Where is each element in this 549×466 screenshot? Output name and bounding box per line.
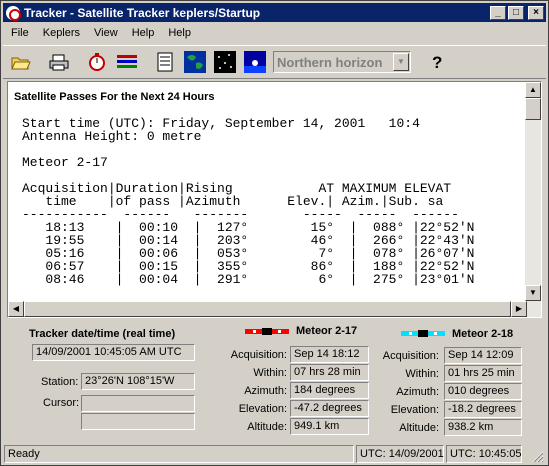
antenna-height-line: Antenna Height: 0 metre (22, 129, 202, 144)
world-map-icon[interactable] (183, 50, 207, 74)
horizontal-scroll-thumb[interactable] (24, 301, 511, 317)
tracker-heading: Tracker date/time (real time) (29, 328, 176, 340)
menu-view[interactable]: View (86, 27, 124, 39)
station-label: Station: (41, 376, 79, 388)
horizon-select[interactable]: Northern horizon ▼ (273, 51, 411, 73)
station-field: 23°26'N 108°15'W (81, 373, 195, 390)
satellite-list-icon[interactable] (115, 50, 139, 74)
sat1-within-label: Within: (253, 367, 287, 379)
sat1-name: Meteor 2-17 (296, 325, 358, 337)
open-folder-icon[interactable] (9, 50, 33, 74)
tracker-datetime-field: 14/09/2001 10:45:05 AM UTC (32, 344, 195, 361)
sat1-acquisition-label: Acquisition: (230, 349, 287, 361)
menu-help[interactable]: Help (124, 27, 161, 39)
stopwatch-icon[interactable] (85, 50, 109, 74)
sat2-acquisition-label: Acquisition: (382, 350, 439, 362)
pass-report-pane[interactable]: Satellite Passes For the Next 24 Hours S… (7, 81, 542, 318)
sat2-elevation-label: Elevation: (390, 404, 439, 416)
help-icon[interactable]: ? (425, 50, 449, 74)
scroll-down-button[interactable]: ▼ (525, 285, 541, 301)
minimize-button[interactable]: _ (490, 5, 506, 20)
toolbar: Northern horizon ▼ ? (3, 45, 546, 79)
cursor-field-2 (81, 413, 195, 430)
horizon-select-value: Northern horizon (277, 55, 383, 70)
svg-text:?: ? (432, 53, 442, 72)
sat1-track-legend-icon (245, 328, 289, 335)
menu-keplers[interactable]: Keplers (35, 27, 86, 39)
maximize-button[interactable]: □ (508, 5, 524, 20)
scroll-up-button[interactable]: ▲ (525, 82, 541, 98)
table-view-icon[interactable] (153, 50, 177, 74)
star-sky-icon[interactable] (213, 50, 237, 74)
sat2-altitude-label: Altitude: (399, 422, 439, 434)
window-title: Tracker - Satellite Tracker keplers/Star… (24, 5, 261, 20)
sat2-azimuth-field: 010 degrees (444, 383, 522, 400)
cursor-label: Cursor: (43, 397, 80, 409)
sat2-within-field: 01 hrs 25 min (444, 365, 522, 382)
chevron-down-icon[interactable]: ▼ (393, 53, 409, 71)
satellite-name-line: Meteor 2-17 (22, 155, 108, 170)
scroll-right-button[interactable]: ▶ (511, 301, 527, 317)
vertical-scroll-thumb[interactable] (525, 98, 541, 120)
sat2-within-label: Within: (405, 368, 439, 380)
horizontal-scrollbar[interactable]: ◀ ▶ (8, 301, 541, 317)
menu-file[interactable]: File (3, 27, 35, 39)
sat2-elevation-field: -18.2 degrees (444, 401, 522, 418)
sat2-track-legend-icon (401, 330, 445, 337)
cursor-field (81, 395, 195, 412)
sat2-name: Meteor 2-18 (452, 328, 514, 340)
sat1-altitude-label: Altitude: (247, 421, 287, 433)
close-button[interactable]: × (528, 5, 544, 20)
sat1-elevation-label: Elevation: (238, 403, 287, 415)
app-window: Tracker - Satellite Tracker keplers/Star… (0, 0, 549, 466)
sat2-azimuth-label: Azimuth: (396, 386, 439, 398)
title-bar[interactable]: Tracker - Satellite Tracker keplers/Star… (3, 3, 546, 22)
status-utc-time: UTC: 10:45:05 (446, 445, 522, 463)
menu-bar: File Keplers View Help Help (3, 24, 197, 42)
print-icon[interactable] (47, 50, 71, 74)
menu-help-2[interactable]: Help (160, 27, 197, 39)
status-utc-date: UTC: 14/09/2001 (356, 445, 444, 463)
status-ready: Ready (4, 445, 354, 463)
report-heading: Satellite Passes For the Next 24 Hours (14, 91, 215, 103)
scroll-left-button[interactable]: ◀ (8, 301, 24, 317)
app-icon (6, 5, 21, 21)
sat1-azimuth-label: Azimuth: (244, 385, 287, 397)
vertical-scrollbar[interactable]: ▲ ▼ (525, 82, 541, 301)
sat2-altitude-field: 938.2 km (444, 419, 522, 436)
horizon-view-icon[interactable] (243, 50, 267, 74)
sat2-acquisition-field: Sep 14 12:09 (444, 347, 522, 364)
resize-grip-icon[interactable] (532, 451, 544, 463)
table-row: 08:46 | 00:04 | 291° 6° | 275° |23°01'N (22, 272, 475, 287)
